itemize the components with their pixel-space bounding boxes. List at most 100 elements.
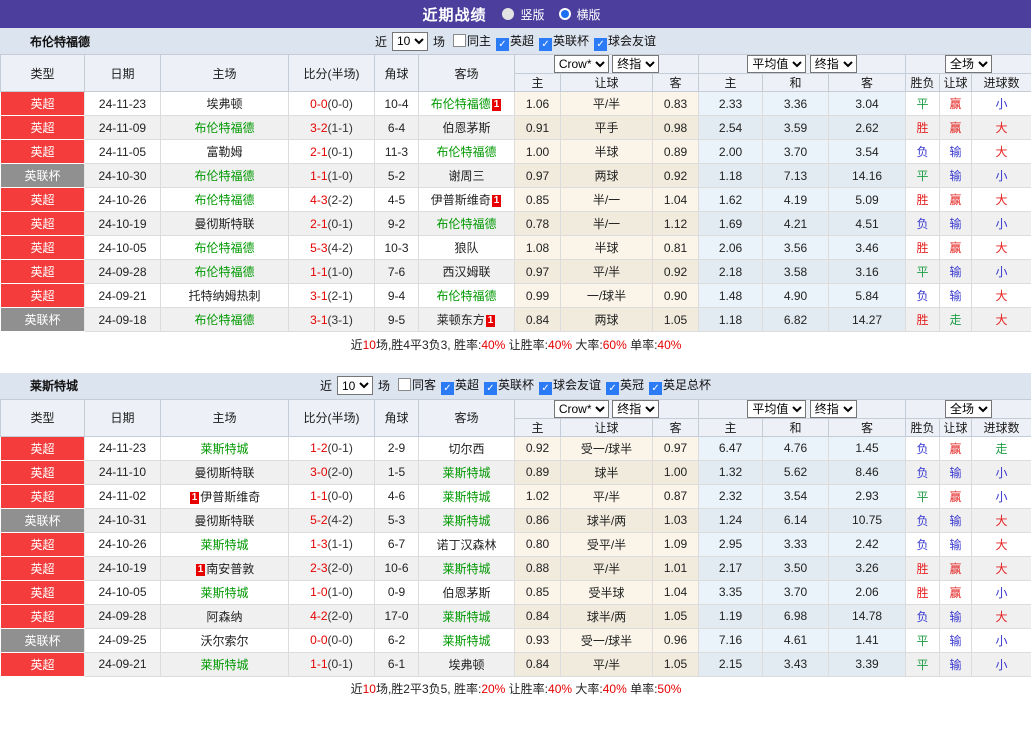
match-date: 24-10-05 <box>85 580 161 604</box>
score-cell: 2-1(0-1) <box>289 212 375 236</box>
halftime-score: (3-1) <box>328 313 353 327</box>
crow-index-select[interactable]: 终指 <box>612 400 659 418</box>
fulltime-score: 1-1 <box>310 169 327 183</box>
avg-away-odds: 1.45 <box>829 436 906 460</box>
crow-away-odds: 1.05 <box>653 604 699 628</box>
avg-draw-odds: 3.43 <box>763 652 829 676</box>
avg-away-odds: 2.62 <box>829 116 906 140</box>
layout-vertical-radio[interactable] <box>502 8 514 20</box>
fulltime-score: 0-0 <box>310 97 327 111</box>
crow-handicap: 受一/球半 <box>561 436 653 460</box>
checkbox-checked[interactable] <box>484 382 497 395</box>
col-crow-away: 客 <box>653 74 699 92</box>
handicap-result-cell: 赢 <box>940 556 972 580</box>
layout-vertical-label[interactable]: 竖版 <box>520 6 544 23</box>
scope-select[interactable]: 全场 <box>945 400 992 418</box>
fulltime-score: 3-1 <box>310 313 327 327</box>
average-index-select[interactable]: 终指 <box>810 55 857 73</box>
result-cell: 胜 <box>906 580 940 604</box>
team-name: 布伦特福德 <box>194 121 254 135</box>
average-select[interactable]: 平均值 <box>747 400 806 418</box>
layout-horizontal-radio[interactable] <box>559 8 571 20</box>
match-row: 英联杯24-10-31曼彻斯特联5-2(4-2)5-3莱斯特城0.86球半/两1… <box>1 508 1031 532</box>
layout-horizontal-label[interactable]: 横版 <box>577 6 601 23</box>
checkbox-checked[interactable] <box>649 382 662 395</box>
match-count-select[interactable]: 10 <box>337 376 373 395</box>
section-brentford: 布伦特福德 近 10 场 同主英超英联杯球会友谊 类型 日期 <box>0 28 1031 357</box>
summary-segment: 40% <box>548 338 572 352</box>
team-name: 诺丁汉森林 <box>436 538 496 552</box>
checkbox-label: 球会友谊 <box>553 378 601 392</box>
average-select-group: 平均值 终指 <box>699 399 906 418</box>
crow-handicap: 球半/两 <box>561 604 653 628</box>
crow-home-odds: 1.02 <box>515 484 561 508</box>
away-team-cell: 莱顿东方1 <box>419 308 515 332</box>
crow-index-select[interactable]: 终指 <box>612 55 659 73</box>
result-cell: 平 <box>906 92 940 116</box>
bookmaker-select[interactable]: Crow* <box>554 400 609 418</box>
scope-select[interactable]: 全场 <box>945 55 992 73</box>
match-row: 英超24-10-19曼彻斯特联2-1(0-1)9-2布伦特福德0.78半/一1.… <box>1 212 1031 236</box>
col-avg-home: 主 <box>699 418 763 436</box>
average-select[interactable]: 平均值 <box>747 55 806 73</box>
checkbox-unchecked[interactable] <box>453 34 466 47</box>
team-name: 富勒姆 <box>206 145 242 159</box>
avg-draw-odds: 3.70 <box>763 140 829 164</box>
corner-cell: 11-3 <box>375 140 419 164</box>
team-name: 布伦特福德 <box>194 169 254 183</box>
crow-home-odds: 0.88 <box>515 556 561 580</box>
crow-away-odds: 0.89 <box>653 140 699 164</box>
result-cell: 胜 <box>906 308 940 332</box>
summary-segment: 大率: <box>572 682 603 696</box>
team-name: 伯恩茅斯 <box>442 586 490 600</box>
crow-away-odds: 0.87 <box>653 484 699 508</box>
checkbox-checked[interactable] <box>539 38 552 51</box>
away-team-cell: 伊普斯维奇1 <box>419 188 515 212</box>
avg-home-odds: 2.17 <box>699 556 763 580</box>
results-table: 类型 日期 主场 比分(半场) 角球 客场 Crow* 终指 平均值 终指 <box>0 54 1031 357</box>
handicap-result-cell: 输 <box>940 212 972 236</box>
crow-home-odds: 0.84 <box>515 652 561 676</box>
crow-handicap: 半球 <box>561 140 653 164</box>
checkbox-checked[interactable] <box>441 382 454 395</box>
checkbox-unchecked[interactable] <box>398 378 411 391</box>
team-name: 莱斯特城 <box>442 562 490 576</box>
goals-result-cell: 大 <box>972 308 1031 332</box>
crow-away-odds: 0.92 <box>653 260 699 284</box>
result-cell: 胜 <box>906 236 940 260</box>
bookmaker-select[interactable]: Crow* <box>554 55 609 73</box>
team-name: 布伦特福德 <box>436 145 496 159</box>
avg-home-odds: 1.18 <box>699 164 763 188</box>
match-count-select[interactable]: 10 <box>392 32 428 51</box>
checkbox-checked[interactable] <box>606 382 619 395</box>
checkbox-checked[interactable] <box>539 382 552 395</box>
halftime-score: (0-1) <box>328 217 353 231</box>
avg-away-odds: 10.75 <box>829 508 906 532</box>
home-team-cell: 1南安普敦 <box>161 556 289 580</box>
match-row: 英超24-11-05富勒姆2-1(0-1)11-3布伦特福德1.00半球0.89… <box>1 140 1031 164</box>
average-index-select[interactable]: 终指 <box>810 400 857 418</box>
team-name: 曼彻斯特联 <box>194 514 254 528</box>
league-type-badge: 英超 <box>1 532 85 556</box>
checkbox-checked[interactable] <box>594 38 607 51</box>
col-home: 主场 <box>161 399 289 436</box>
league-type-badge: 英超 <box>1 460 85 484</box>
crow-handicap: 半球 <box>561 236 653 260</box>
crow-away-odds: 0.97 <box>653 436 699 460</box>
match-row: 英联杯24-09-18布伦特福德3-1(3-1)9-5莱顿东方10.84两球1.… <box>1 308 1031 332</box>
avg-draw-odds: 3.58 <box>763 260 829 284</box>
halftime-score: (4-2) <box>328 513 353 527</box>
checkbox-label: 英联杯 <box>498 378 534 392</box>
fulltime-score: 1-1 <box>310 265 327 279</box>
team-name: 布伦特福德 <box>30 33 90 50</box>
section-header-bar: 布伦特福德 近 10 场 同主英超英联杯球会友谊 <box>0 28 1031 54</box>
handicap-result-cell: 输 <box>940 164 972 188</box>
team-name: 伯恩茅斯 <box>442 121 490 135</box>
checkbox-checked[interactable] <box>496 38 509 51</box>
score-cell: 0-0(0-0) <box>289 92 375 116</box>
corner-cell: 6-4 <box>375 116 419 140</box>
crow-handicap: 受半球 <box>561 580 653 604</box>
home-team-cell: 布伦特福德 <box>161 236 289 260</box>
avg-draw-odds: 6.14 <box>763 508 829 532</box>
league-type-badge: 英超 <box>1 436 85 460</box>
